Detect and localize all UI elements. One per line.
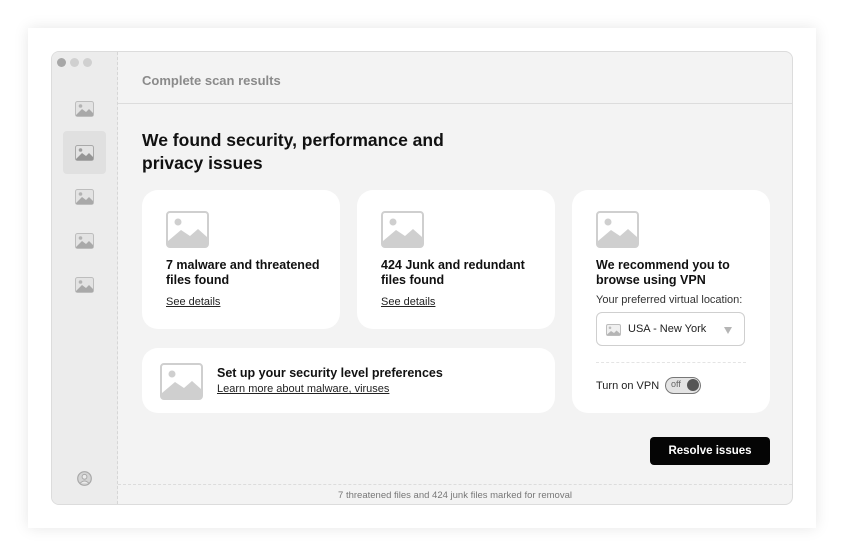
security-preferences-card[interactable]: Set up your security level preferences L… bbox=[142, 348, 555, 413]
toggle-knob bbox=[687, 379, 699, 391]
status-bar: 7 threatened files and 424 junk files ma… bbox=[118, 484, 792, 504]
junk-card-title: 424 Junk and redundant files found bbox=[381, 258, 525, 287]
vpn-toggle[interactable]: off bbox=[665, 377, 701, 394]
vpn-card-title: We recommend you to browse using VPN bbox=[596, 258, 730, 287]
image-placeholder-icon bbox=[75, 100, 94, 117]
sidebar-item-5[interactable] bbox=[63, 263, 106, 306]
image-placeholder-icon bbox=[75, 276, 94, 293]
sidebar bbox=[52, 52, 118, 504]
sidebar-item-3[interactable] bbox=[63, 175, 106, 218]
image-placeholder-icon bbox=[75, 232, 94, 249]
zoom-window-button[interactable] bbox=[83, 58, 92, 67]
title-bar: Complete scan results bbox=[118, 52, 792, 104]
junk-see-details-link[interactable]: See details bbox=[381, 296, 435, 308]
security-card-title: Set up your security level preferences bbox=[217, 366, 443, 380]
malware-see-details-link[interactable]: See details bbox=[166, 296, 220, 308]
vpn-toggle-state: off bbox=[671, 379, 681, 389]
window-title: Complete scan results bbox=[142, 73, 281, 88]
malware-card-title: 7 malware and threatened files found bbox=[166, 258, 320, 287]
image-placeholder-icon bbox=[160, 363, 203, 400]
location-label: Your preferred virtual location: bbox=[596, 294, 743, 306]
image-placeholder-icon bbox=[75, 188, 94, 205]
malware-card: 7 malware and threatened files found See… bbox=[142, 190, 340, 329]
page-headline: We found security, performance and priva… bbox=[142, 130, 444, 173]
image-placeholder-icon bbox=[75, 144, 94, 161]
image-placeholder-icon bbox=[381, 211, 424, 248]
image-placeholder-icon bbox=[166, 211, 209, 248]
junk-files-card: 424 Junk and redundant files found See d… bbox=[357, 190, 555, 329]
location-flag-icon bbox=[606, 324, 621, 336]
dropdown-caret-icon bbox=[724, 327, 732, 334]
sidebar-item-4[interactable] bbox=[63, 219, 106, 262]
minimize-window-button[interactable] bbox=[70, 58, 79, 67]
resolve-issues-button[interactable]: Resolve issues bbox=[650, 437, 770, 465]
status-text: 7 threatened files and 424 junk files ma… bbox=[338, 490, 572, 501]
window-controls bbox=[57, 58, 92, 67]
image-placeholder-icon bbox=[596, 211, 639, 248]
learn-more-malware-link[interactable]: Learn more about malware, viruses bbox=[217, 383, 389, 395]
sidebar-item-1[interactable] bbox=[63, 87, 106, 130]
app-window: Complete scan results We found security,… bbox=[51, 51, 793, 505]
sidebar-item-2[interactable] bbox=[63, 131, 106, 174]
divider bbox=[596, 362, 746, 363]
vpn-toggle-label: Turn on VPN bbox=[596, 380, 660, 392]
location-select[interactable]: USA - New York bbox=[596, 312, 745, 346]
location-select-value: USA - New York bbox=[628, 323, 707, 335]
close-window-button[interactable] bbox=[57, 58, 66, 67]
user-avatar-icon[interactable] bbox=[77, 471, 92, 486]
vpn-card: We recommend you to browse using VPN You… bbox=[572, 190, 770, 413]
